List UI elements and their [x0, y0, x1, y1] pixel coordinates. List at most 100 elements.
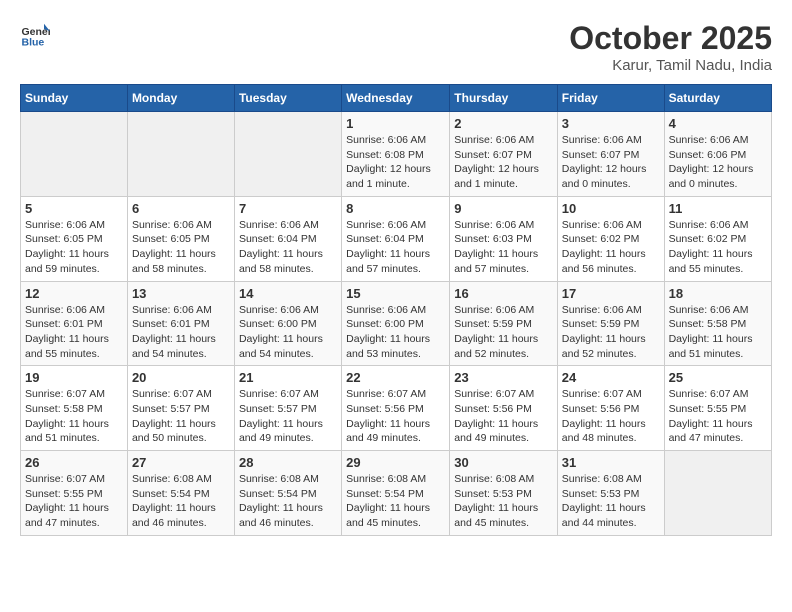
calendar-cell: 13Sunrise: 6:06 AM Sunset: 6:01 PM Dayli… [127, 281, 234, 366]
day-number: 25 [669, 370, 767, 385]
day-detail: Sunrise: 6:06 AM Sunset: 5:59 PM Dayligh… [562, 304, 646, 360]
day-detail: Sunrise: 6:07 AM Sunset: 5:58 PM Dayligh… [25, 388, 109, 444]
day-detail: Sunrise: 6:07 AM Sunset: 5:57 PM Dayligh… [239, 388, 323, 444]
day-detail: Sunrise: 6:08 AM Sunset: 5:53 PM Dayligh… [454, 473, 538, 529]
day-detail: Sunrise: 6:07 AM Sunset: 5:56 PM Dayligh… [454, 388, 538, 444]
month-title: October 2025 [569, 20, 772, 57]
calendar-cell: 1Sunrise: 6:06 AM Sunset: 6:08 PM Daylig… [342, 112, 450, 197]
day-number: 30 [454, 455, 553, 470]
column-header-sunday: Sunday [21, 85, 128, 112]
column-header-wednesday: Wednesday [342, 85, 450, 112]
day-detail: Sunrise: 6:06 AM Sunset: 6:02 PM Dayligh… [669, 219, 753, 275]
day-number: 11 [669, 201, 767, 216]
calendar-cell: 5 Sunrise: 6:06 AM Sunset: 6:05 PM Daylig… [21, 196, 128, 281]
day-number: 20 [132, 370, 230, 385]
svg-text:Blue: Blue [22, 37, 45, 49]
day-number: 24 [562, 370, 660, 385]
day-detail: Sunrise: 6:06 AM Sunset: 6:08 PM Dayligh… [346, 134, 431, 190]
day-number: 21 [239, 370, 337, 385]
calendar-cell: 23 Sunrise: 6:07 AM Sunset: 5:56 PM Dayli… [450, 366, 558, 451]
day-number: 8 [346, 201, 445, 216]
day-number: 14 [239, 286, 337, 301]
calendar-cell: 28 Sunrise: 6:08 AM Sunset: 5:54 PM Dayli… [234, 451, 341, 536]
day-detail: Sunrise: 6:06 AM Sunset: 6:02 PM Dayligh… [562, 219, 646, 275]
day-number: 18 [669, 286, 767, 301]
calendar-cell: 22Sunrise: 6:07 AM Sunset: 5:56 PM Dayli… [342, 366, 450, 451]
day-number: 3 [562, 116, 660, 131]
day-detail: Sunrise: 6:06 AM Sunset: 5:59 PM Dayligh… [454, 304, 538, 360]
calendar-cell: 4Sunrise: 6:06 AM Sunset: 6:06 PM Daylig… [664, 112, 771, 197]
day-detail: Sunrise: 6:07 AM Sunset: 5:56 PM Dayligh… [562, 388, 646, 444]
day-detail: Sunrise: 6:06 AM Sunset: 6:00 PM Dayligh… [346, 304, 430, 360]
day-number: 28 [239, 455, 337, 470]
day-number: 22 [346, 370, 445, 385]
day-number: 5 [25, 201, 123, 216]
calendar-cell: 24 Sunrise: 6:07 AM Sunset: 5:56 PM Dayli… [557, 366, 664, 451]
header-row: SundayMondayTuesdayWednesdayThursdayFrid… [21, 85, 772, 112]
day-number: 15 [346, 286, 445, 301]
week-row-2: 5 Sunrise: 6:06 AM Sunset: 6:05 PM Daylig… [21, 196, 772, 281]
day-number: 17 [562, 286, 660, 301]
day-detail: Sunrise: 6:08 AM Sunset: 5:54 PM Dayligh… [239, 473, 323, 529]
calendar-cell: 6 Sunrise: 6:06 AM Sunset: 6:05 PM Daylig… [127, 196, 234, 281]
day-number: 4 [669, 116, 767, 131]
day-detail: Sunrise: 6:06 AM Sunset: 6:00 PM Dayligh… [239, 304, 323, 360]
calendar-cell: 7Sunrise: 6:06 AM Sunset: 6:04 PM Daylig… [234, 196, 341, 281]
column-header-saturday: Saturday [664, 85, 771, 112]
week-row-3: 12 Sunrise: 6:06 AM Sunset: 6:01 PM Dayli… [21, 281, 772, 366]
calendar-cell: 18Sunrise: 6:06 AM Sunset: 5:58 PM Dayli… [664, 281, 771, 366]
day-detail: Sunrise: 6:06 AM Sunset: 6:05 PM Dayligh… [25, 219, 109, 275]
week-row-5: 26 Sunrise: 6:07 AM Sunset: 5:55 PM Dayli… [21, 451, 772, 536]
day-number: 23 [454, 370, 553, 385]
day-detail: Sunrise: 6:07 AM Sunset: 5:55 PM Dayligh… [669, 388, 753, 444]
column-header-monday: Monday [127, 85, 234, 112]
calendar-cell: 31Sunrise: 6:08 AM Sunset: 5:53 PM Dayli… [557, 451, 664, 536]
day-detail: Sunrise: 6:06 AM Sunset: 6:05 PM Dayligh… [132, 219, 216, 275]
day-detail: Sunrise: 6:07 AM Sunset: 5:55 PM Dayligh… [25, 473, 109, 529]
day-detail: Sunrise: 6:08 AM Sunset: 5:54 PM Dayligh… [132, 473, 216, 529]
calendar-cell: 26 Sunrise: 6:07 AM Sunset: 5:55 PM Dayli… [21, 451, 128, 536]
day-number: 10 [562, 201, 660, 216]
day-number: 29 [346, 455, 445, 470]
week-row-4: 19 Sunrise: 6:07 AM Sunset: 5:58 PM Dayli… [21, 366, 772, 451]
day-detail: Sunrise: 6:06 AM Sunset: 6:04 PM Dayligh… [346, 219, 430, 275]
day-number: 12 [25, 286, 123, 301]
day-detail: Sunrise: 6:08 AM Sunset: 5:54 PM Dayligh… [346, 473, 430, 529]
calendar-cell [127, 112, 234, 197]
column-header-tuesday: Tuesday [234, 85, 341, 112]
calendar-cell: 9Sunrise: 6:06 AM Sunset: 6:03 PM Daylig… [450, 196, 558, 281]
column-header-thursday: Thursday [450, 85, 558, 112]
calendar-cell: 11 Sunrise: 6:06 AM Sunset: 6:02 PM Dayli… [664, 196, 771, 281]
calendar-cell: 20 Sunrise: 6:07 AM Sunset: 5:57 PM Dayli… [127, 366, 234, 451]
calendar-cell: 29 Sunrise: 6:08 AM Sunset: 5:54 PM Dayli… [342, 451, 450, 536]
calendar-cell: 2 Sunrise: 6:06 AM Sunset: 6:07 PM Daylig… [450, 112, 558, 197]
calendar-cell: 30 Sunrise: 6:08 AM Sunset: 5:53 PM Dayli… [450, 451, 558, 536]
day-number: 31 [562, 455, 660, 470]
calendar-cell: 19 Sunrise: 6:07 AM Sunset: 5:58 PM Dayli… [21, 366, 128, 451]
calendar-cell: 3 Sunrise: 6:06 AM Sunset: 6:07 PM Daylig… [557, 112, 664, 197]
calendar-cell: 10 Sunrise: 6:06 AM Sunset: 6:02 PM Dayli… [557, 196, 664, 281]
day-detail: Sunrise: 6:07 AM Sunset: 5:57 PM Dayligh… [132, 388, 216, 444]
day-detail: Sunrise: 6:06 AM Sunset: 6:01 PM Dayligh… [25, 304, 109, 360]
calendar-cell: 14 Sunrise: 6:06 AM Sunset: 6:00 PM Dayli… [234, 281, 341, 366]
calendar-cell: 8 Sunrise: 6:06 AM Sunset: 6:04 PM Daylig… [342, 196, 450, 281]
calendar-cell: 17 Sunrise: 6:06 AM Sunset: 5:59 PM Dayli… [557, 281, 664, 366]
day-number: 6 [132, 201, 230, 216]
location-subtitle: Karur, Tamil Nadu, India [569, 57, 772, 74]
day-number: 26 [25, 455, 123, 470]
column-header-friday: Friday [557, 85, 664, 112]
day-detail: Sunrise: 6:06 AM Sunset: 6:07 PM Dayligh… [562, 134, 647, 190]
calendar-cell: 12 Sunrise: 6:06 AM Sunset: 6:01 PM Dayli… [21, 281, 128, 366]
day-number: 16 [454, 286, 553, 301]
day-number: 19 [25, 370, 123, 385]
logo-icon: General Blue [20, 20, 50, 50]
day-detail: Sunrise: 6:06 AM Sunset: 6:03 PM Dayligh… [454, 219, 538, 275]
calendar-cell: 25 Sunrise: 6:07 AM Sunset: 5:55 PM Dayli… [664, 366, 771, 451]
day-number: 27 [132, 455, 230, 470]
week-row-1: 1Sunrise: 6:06 AM Sunset: 6:08 PM Daylig… [21, 112, 772, 197]
day-number: 2 [454, 116, 553, 131]
calendar-cell: 27 Sunrise: 6:08 AM Sunset: 5:54 PM Dayli… [127, 451, 234, 536]
day-detail: Sunrise: 6:06 AM Sunset: 6:07 PM Dayligh… [454, 134, 539, 190]
calendar-cell [664, 451, 771, 536]
day-number: 13 [132, 286, 230, 301]
